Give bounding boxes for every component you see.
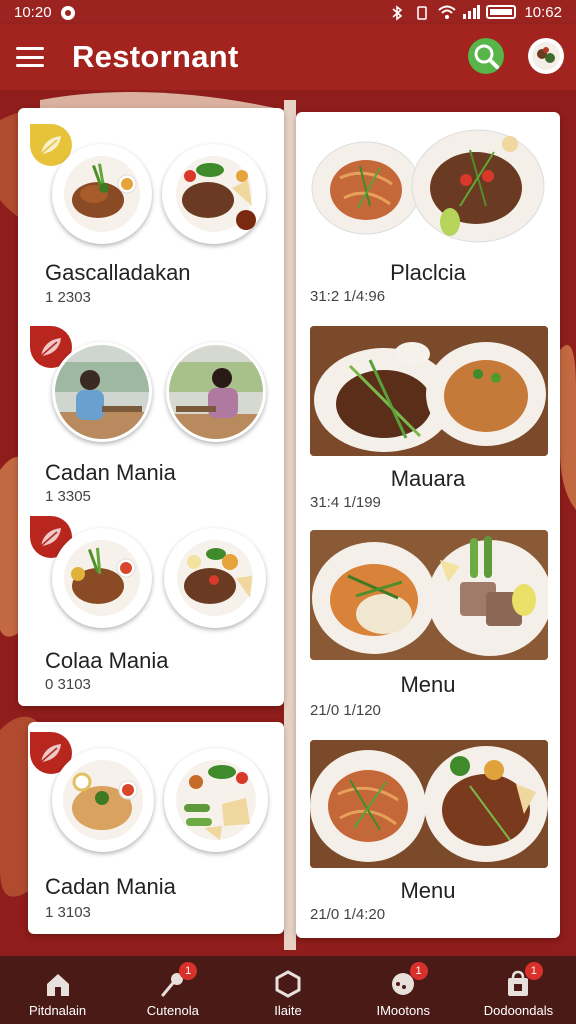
menu-item-meta: 1 3305 — [45, 488, 91, 505]
menu-item-name[interactable]: Colaa Mania — [45, 648, 169, 674]
food-image[interactable] — [52, 748, 154, 852]
status-time: 10:20 — [14, 3, 52, 21]
menu-item-meta: 21/0 1/4:20 — [310, 906, 386, 923]
menu-item-meta: 1 2303 — [45, 289, 91, 306]
menu-item-meta: 31:4 1/199 — [310, 494, 381, 511]
menu-icon[interactable] — [16, 47, 44, 67]
vibrate-icon — [414, 5, 430, 20]
menu-item-name[interactable]: Menu — [296, 878, 560, 904]
menu-item-meta: 31:2 1/4:96 — [310, 288, 386, 305]
bottom-navigation: Pitdnalain 1 Cutenola Ilaite 1 IMootons … — [0, 956, 576, 1024]
status-time-right: 10:62 — [524, 3, 562, 21]
left-menu-card: Gascalladakan 1 2303 Cadan Mania 1 3305 … — [18, 108, 284, 706]
nav-label: Dodoondals — [483, 1003, 554, 1018]
hexagon-icon — [275, 970, 301, 998]
food-image[interactable] — [162, 144, 266, 244]
menu-item-name[interactable]: Cadan Mania — [45, 874, 176, 900]
nav-imootons[interactable]: 1 IMootons — [346, 956, 461, 1024]
wifi-icon — [438, 5, 457, 19]
nav-label: IMootons — [376, 1003, 430, 1018]
bluetooth-icon — [390, 5, 406, 21]
restaurant-photo[interactable] — [52, 342, 152, 442]
food-image[interactable] — [310, 326, 548, 456]
nav-label: Cutenola — [146, 1003, 199, 1018]
nav-label: Pitdnalain — [29, 1003, 87, 1018]
menu-item-meta: 1 3103 — [45, 904, 91, 921]
food-image[interactable] — [52, 528, 152, 628]
notification-badge: 1 — [409, 962, 428, 980]
menu-item-name[interactable]: Placlcia — [296, 260, 560, 286]
status-bar: 10:20 10:62 — [0, 0, 576, 24]
signal-icon — [462, 5, 481, 19]
search-button[interactable] — [468, 38, 504, 74]
notification-badge: 1 — [179, 962, 198, 980]
menu-item-name[interactable]: Cadan Mania — [45, 460, 176, 486]
notification-badge: 1 — [524, 962, 543, 980]
food-image[interactable] — [164, 528, 266, 628]
restaurant-photo[interactable] — [166, 342, 266, 442]
notification-icon — [60, 5, 76, 20]
app-title: Restornant — [72, 39, 239, 74]
menu-item-name[interactable]: Mauara — [296, 466, 560, 492]
right-menu-card: Placlcia 31:2 1/4:96 Mauara 31:4 1/199 M… — [296, 112, 560, 938]
menu-item-meta: 0 3103 — [45, 676, 91, 693]
food-image[interactable] — [52, 144, 152, 244]
search-icon — [474, 44, 499, 69]
battery-icon — [486, 5, 517, 19]
home-icon — [46, 974, 69, 996]
food-image[interactable] — [310, 126, 548, 246]
nav-dodoondals[interactable]: 1 Dodoondals — [461, 956, 576, 1024]
app-bar: Restornant — [0, 24, 576, 90]
nav-ilaite[interactable]: Ilaite — [230, 956, 345, 1024]
menu-item-name[interactable]: Menu — [296, 672, 560, 698]
nav-cutenola[interactable]: 1 Cutenola — [115, 956, 230, 1024]
avatar[interactable] — [528, 38, 564, 74]
nav-home[interactable]: Pitdnalain — [0, 956, 115, 1024]
food-image[interactable] — [310, 530, 548, 660]
food-image[interactable] — [164, 748, 268, 852]
menu-item-name[interactable]: Gascalladakan — [45, 260, 191, 286]
nav-label: Ilaite — [274, 1003, 302, 1018]
left-menu-card: Cadan Mania 1 3103 — [28, 722, 284, 934]
menu-item-meta: 21/0 1/120 — [310, 702, 381, 719]
food-image[interactable] — [310, 740, 548, 868]
